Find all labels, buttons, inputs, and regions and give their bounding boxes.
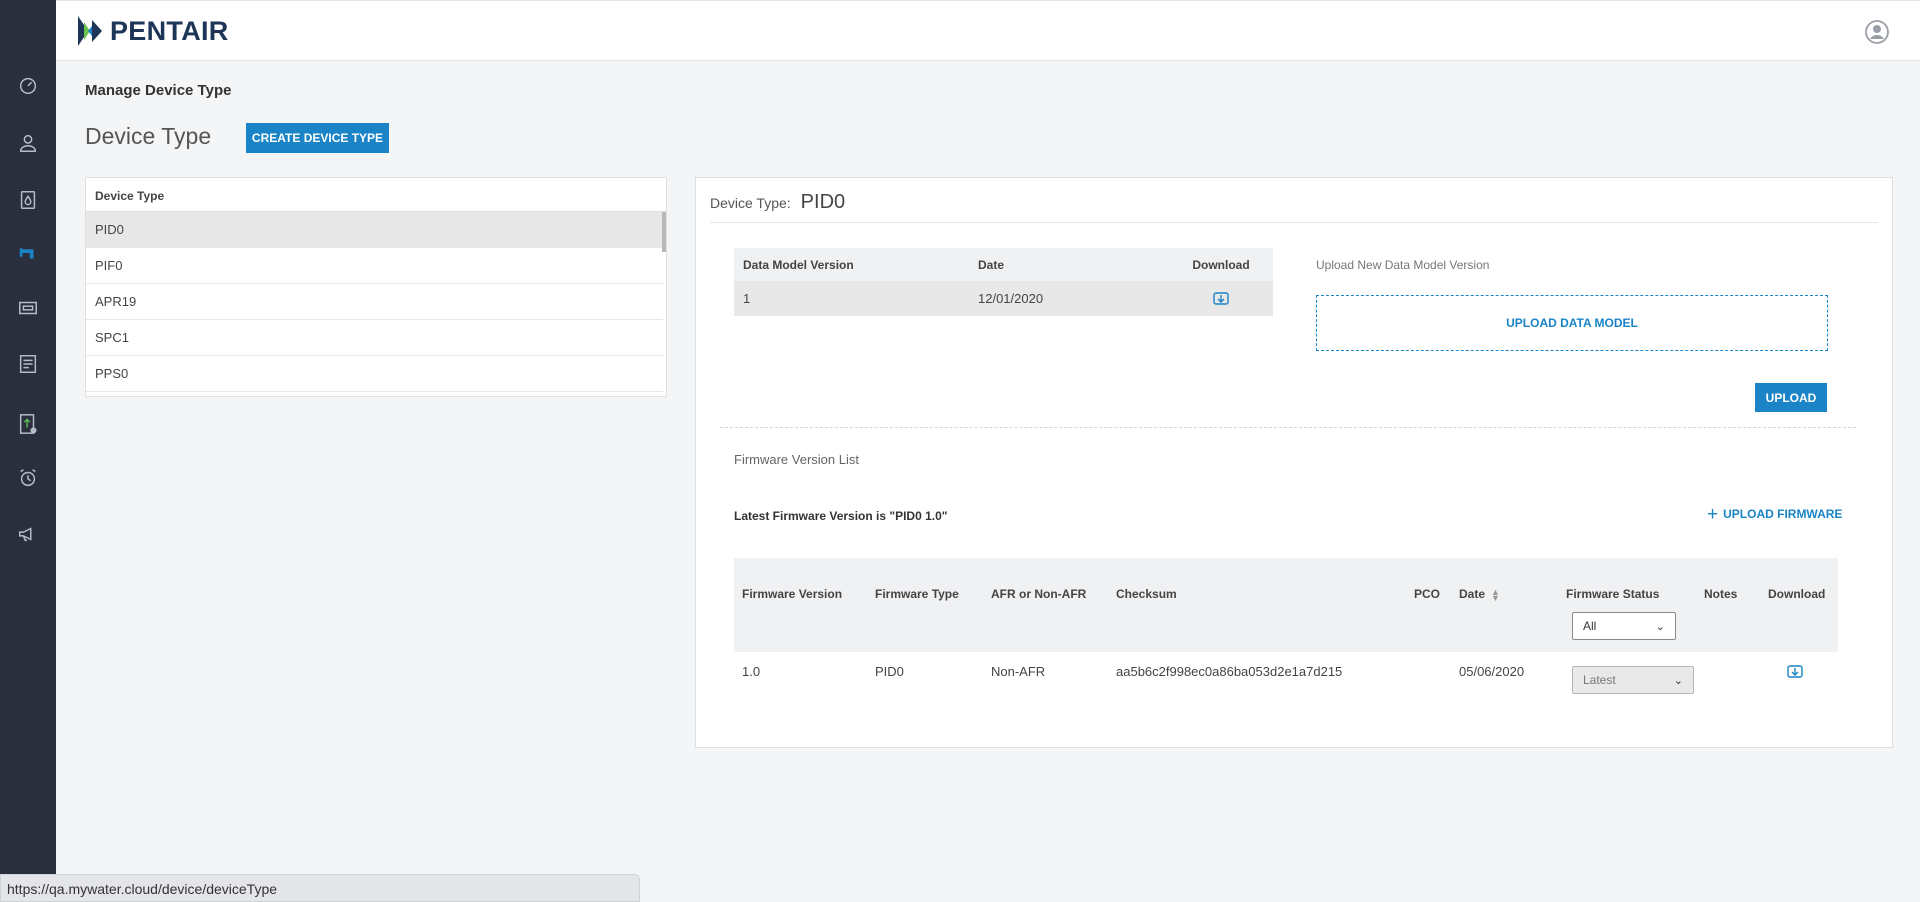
plus-icon: + [1707,503,1719,525]
data-model-version-cell: 1 [734,281,969,316]
top-header: PENTAIR [56,0,1920,61]
device-type-list-header: Device Type [86,178,666,212]
device-type-label: Device Type: [710,195,791,211]
firmware-status-select[interactable]: Latest ⌄ [1572,666,1694,694]
data-model-date-cell: 12/01/2020 [969,281,1169,316]
firmware-status-value: Latest [1583,673,1616,687]
dashboard-gauge-icon[interactable] [16,73,40,97]
page-title: Device Type [85,123,212,149]
column-header: Download [1768,587,1826,601]
upload-firmware-button[interactable]: + UPLOAD FIRMWARE [1707,503,1843,525]
date-sort-header[interactable]: Date ▲ ▼ [1459,586,1500,603]
divider [710,222,1878,223]
firmware-type-cell: PID0 [875,664,904,679]
user-icon[interactable] [16,131,40,155]
device-panel-icon[interactable] [16,296,40,320]
column-header: Checksum [1116,587,1177,601]
device-type-detail-heading: Device Type: PID0 [710,191,845,214]
column-header: Download [1169,248,1273,281]
firmware-date-cell: 05/06/2020 [1459,664,1525,679]
create-device-type-button[interactable]: CREATE DEVICE TYPE [246,123,389,153]
upload-data-model-dropzone[interactable]: UPLOAD DATA MODEL [1316,295,1828,351]
table-row: 1 12/01/2020 [734,281,1273,316]
afr-cell: Non-AFR [991,664,1046,679]
user-circle-icon[interactable] [1864,19,1890,45]
firmware-version-cell: 1.0 [742,664,761,679]
status-filter-value: All [1583,619,1597,633]
upload-firmware-label: UPLOAD FIRMWARE [1723,507,1843,521]
pentair-logo-mark-icon [78,16,102,46]
latest-firmware-text: Latest Firmware Version is "PID0 1.0" [734,509,948,523]
column-header: AFR or Non-AFR [991,587,1087,601]
column-header: Notes [1704,587,1738,601]
megaphone-icon[interactable] [16,522,40,546]
checksum-cell: aa5b6c2f998ec0a86ba053d2e1a7d215 [1116,664,1343,679]
device-type-row[interactable]: SPC1 [86,320,663,356]
upload-button[interactable]: UPLOAD [1755,383,1827,412]
firmware-upload-icon[interactable] [16,412,40,436]
chevron-down-icon: ⌄ [1673,674,1683,687]
device-type-detail-card: Device Type: PID0 Data Model Version Dat… [695,177,1893,748]
list-scrollbar[interactable] [662,212,666,252]
download-icon[interactable] [1212,290,1230,308]
firmware-list-label: Firmware Version List [734,452,859,467]
device-type-list: Device Type PID0 PIF0 APR19 SPC1 PPS0 [85,177,667,397]
faucet-icon[interactable] [16,241,40,265]
firmware-status-filter[interactable]: All ⌄ [1572,612,1676,640]
download-cell [1169,281,1273,316]
water-drop-device-icon[interactable] [16,188,40,212]
column-header: Date [1459,587,1486,601]
download-icon[interactable] [1786,663,1804,681]
sort-icon: ▲ ▼ [1491,586,1500,603]
column-header: Data Model Version [734,248,969,281]
upload-data-model-label: Upload New Data Model Version [1316,258,1490,272]
column-header: Firmware Status [1566,587,1660,601]
divider [720,427,1856,428]
device-type-row[interactable]: PIF0 [86,248,663,284]
chevron-down-icon: ⌄ [1655,620,1665,633]
alarm-clock-icon[interactable] [16,466,40,490]
column-header: PCO [1414,587,1441,601]
device-type-value: PID0 [800,191,846,213]
device-type-row[interactable]: APR19 [86,284,663,320]
browser-status-url: https://qa.mywater.cloud/device/deviceTy… [0,874,640,902]
device-type-row[interactable]: PPS0 [86,356,663,392]
checklist-icon[interactable] [16,352,40,376]
data-model-table: Data Model Version Date Download 1 12/01… [734,248,1273,316]
pentair-logo[interactable]: PENTAIR [74,7,229,55]
side-nav-rail [0,0,56,902]
column-header: Firmware Version [742,587,843,601]
brand-name: PENTAIR [110,15,229,46]
column-header: Firmware Type [875,587,959,601]
device-type-row[interactable]: PID0 [86,212,663,248]
breadcrumb: Manage Device Type [85,82,232,99]
column-header: Date [969,248,1169,281]
